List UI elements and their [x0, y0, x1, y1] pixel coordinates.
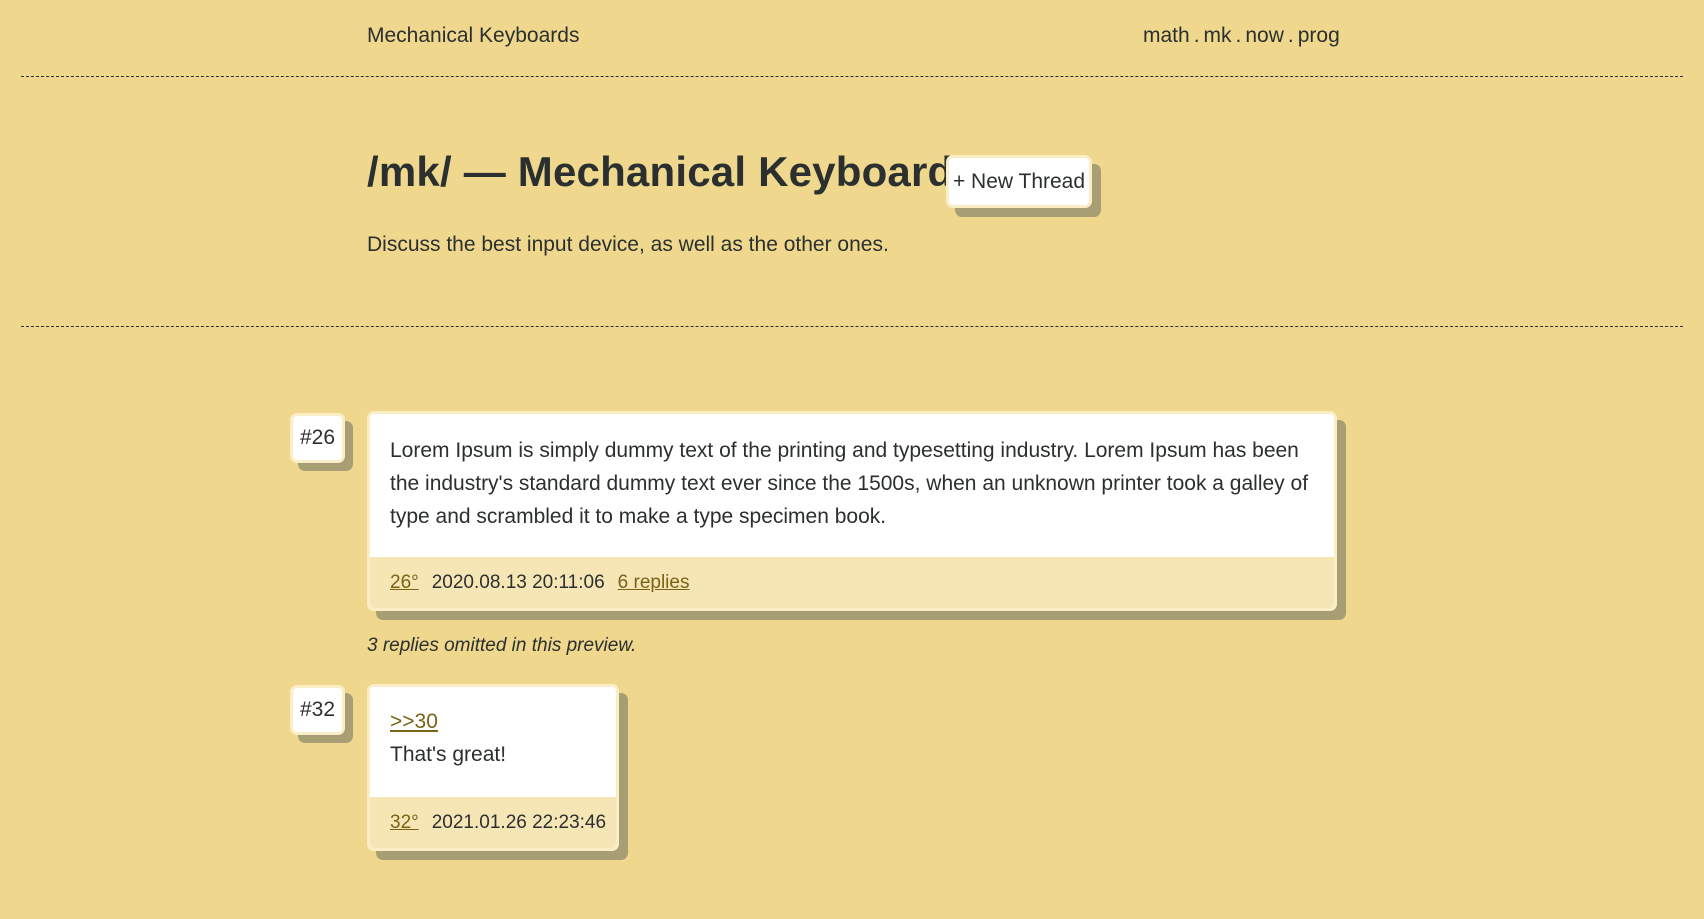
post-replies-link[interactable]: 6 replies	[618, 572, 690, 594]
post-degree-link[interactable]: 26°	[390, 572, 419, 594]
post-footer: 32° 2021.01.26 22:23:46	[370, 797, 616, 848]
post-body: Lorem Ipsum is simply dummy text of the …	[390, 439, 1309, 528]
top-bar: Mechanical Keyboards math. mk. now. prog	[0, 0, 1704, 76]
board-link-now[interactable]: now	[1245, 24, 1284, 47]
board-heading: /mk/ — Mechanical Keyboards	[367, 148, 977, 195]
board-nav: math. mk. now. prog	[1143, 24, 1340, 48]
header-divider	[21, 76, 1683, 77]
post-degree-link[interactable]: 32°	[390, 812, 419, 834]
board-link-mk[interactable]: mk	[1204, 24, 1232, 47]
post-timestamp: 2021.01.26 22:23:46	[431, 811, 607, 833]
post-footer: 26° 2020.08.13 20:11:06 6 replies	[370, 557, 1334, 608]
post-body-container: >>30 That's great!	[370, 687, 616, 771]
nav-separator: .	[1193, 24, 1200, 47]
board-link-prog[interactable]: prog	[1298, 24, 1340, 47]
nav-separator: .	[1287, 24, 1294, 47]
nav-separator: .	[1235, 24, 1242, 47]
board-link-math[interactable]: math	[1143, 24, 1190, 47]
post-timestamp: 2020.08.13 20:11:06	[431, 571, 605, 593]
post-body: That's great!	[390, 743, 507, 766]
post-card: >>30 That's great! 32° 2021.01.26 22:23:…	[367, 684, 619, 851]
omitted-replies-notice: 3 replies omitted in this preview.	[367, 635, 637, 656]
quote-link[interactable]: >>30	[390, 705, 438, 738]
site-title[interactable]: Mechanical Keyboards	[367, 24, 579, 48]
board-description: Discuss the best input device, as well a…	[367, 233, 889, 256]
section-divider	[21, 326, 1683, 327]
post-number-badge[interactable]: #32	[290, 685, 345, 735]
new-thread-button[interactable]: + New Thread	[946, 155, 1092, 208]
post-number-badge[interactable]: #26	[290, 413, 345, 463]
post-card: Lorem Ipsum is simply dummy text of the …	[367, 411, 1337, 611]
